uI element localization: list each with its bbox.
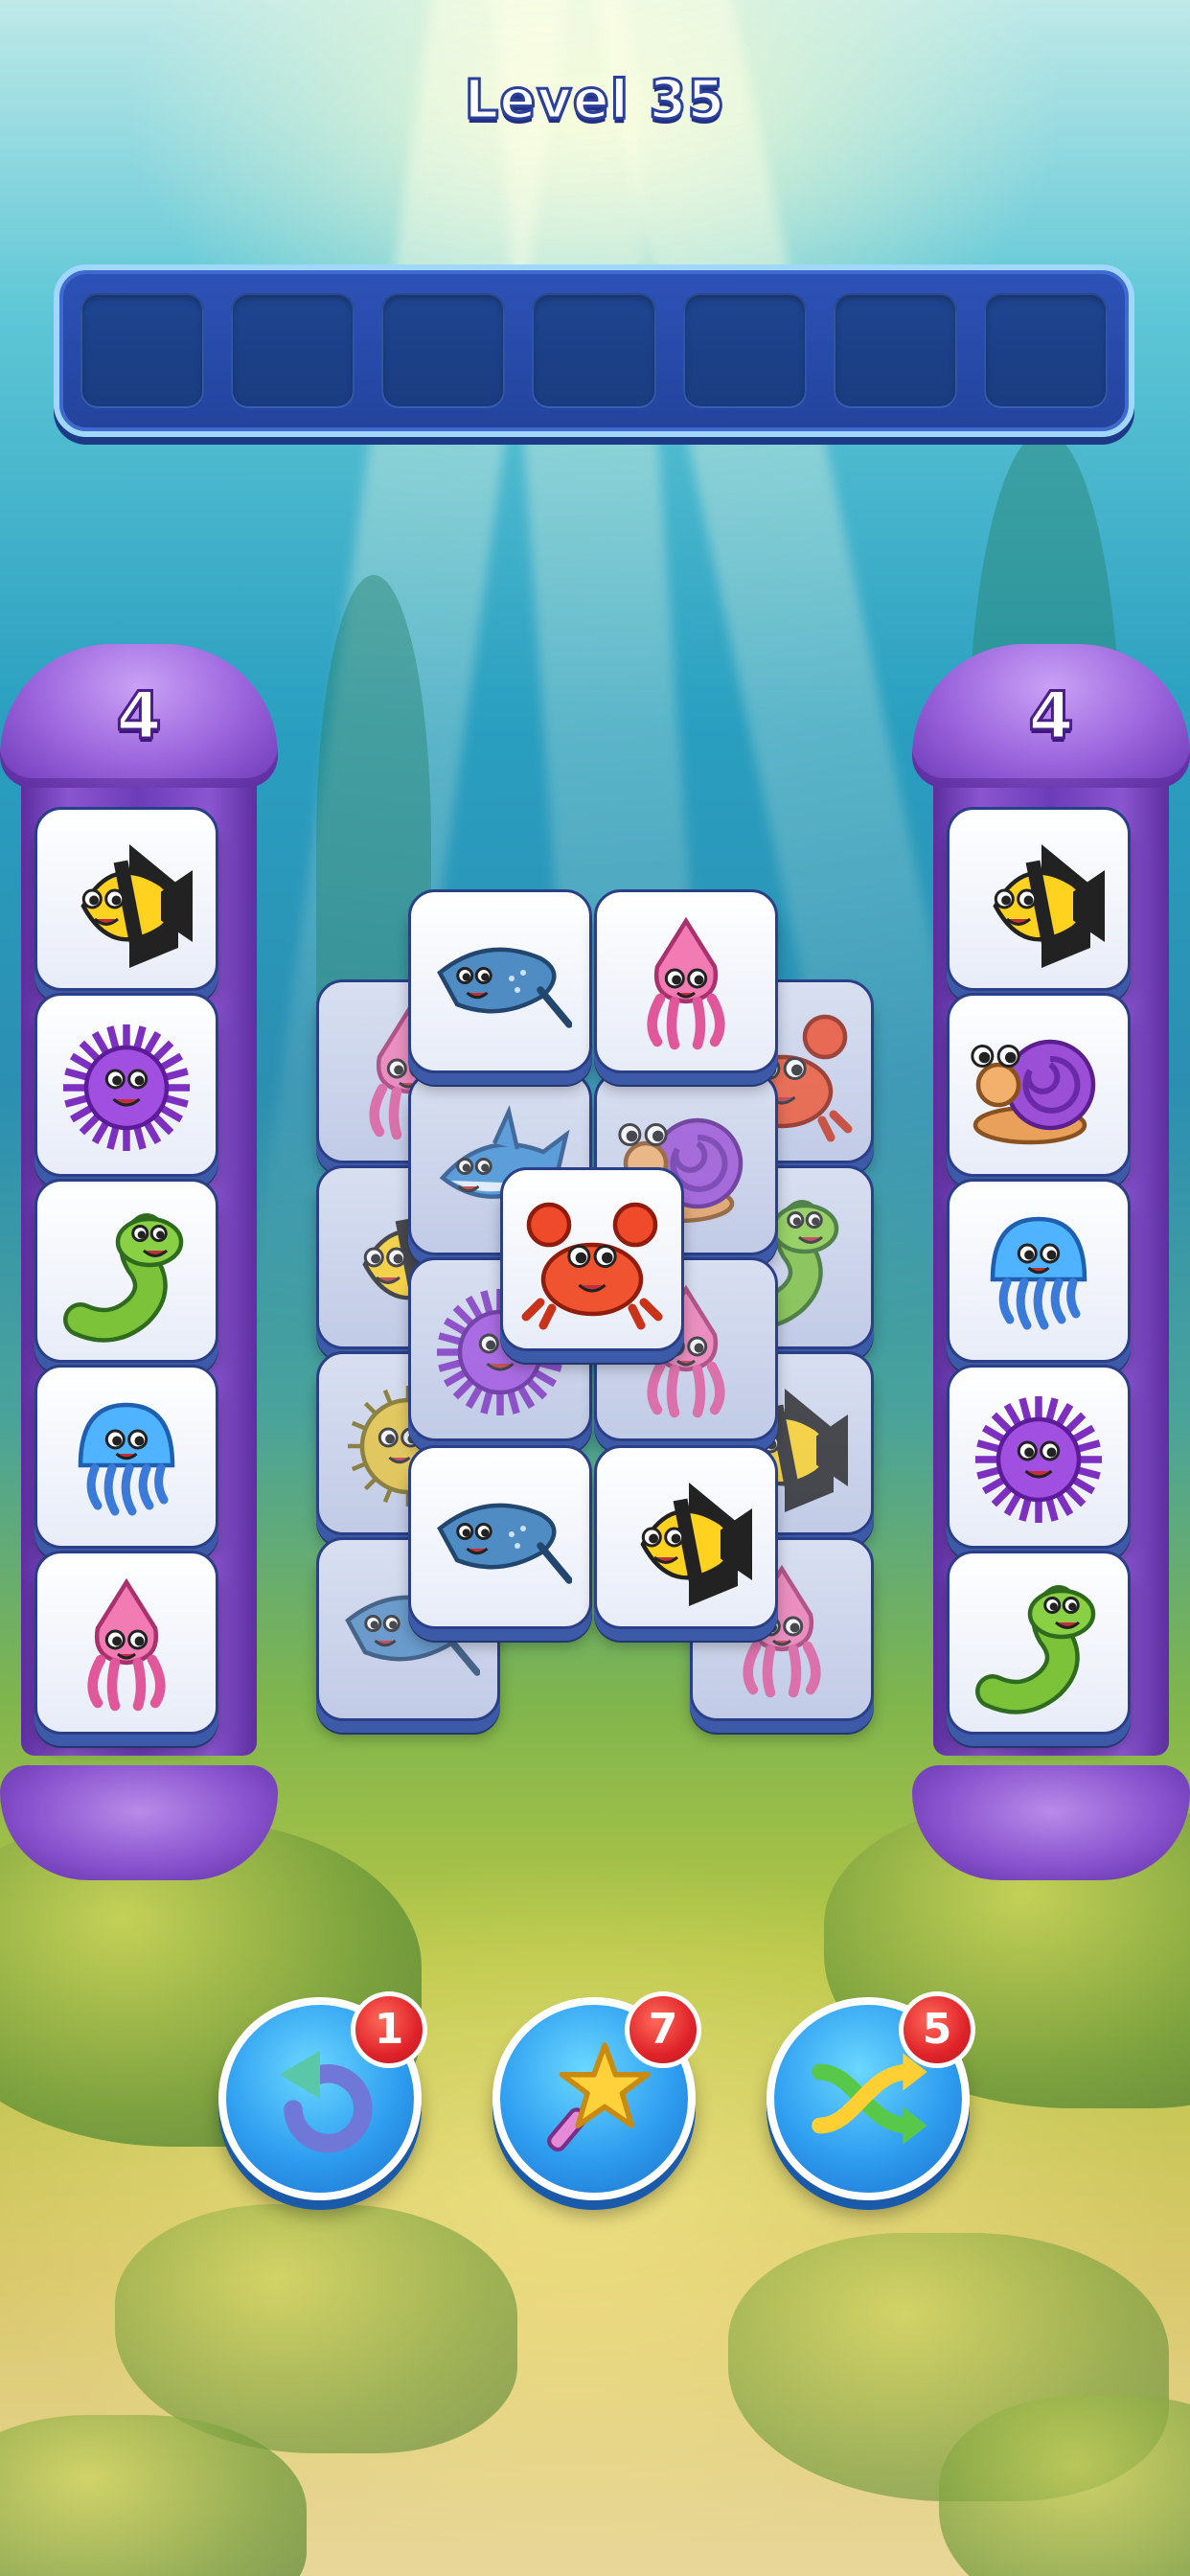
shuffle-button[interactable]: 5 [767, 1991, 975, 2200]
sea-urchin-icon [975, 1396, 1102, 1523]
squid-icon [87, 1577, 166, 1712]
stingray-tile[interactable] [408, 1445, 592, 1629]
stingray-icon [437, 947, 572, 1028]
undo-button[interactable]: 1 [218, 1991, 427, 2200]
magic-wand-count-badge: 7 [625, 1991, 701, 2068]
snail-icon [971, 1039, 1096, 1145]
tray-slot [532, 293, 656, 408]
angelfish-tile[interactable] [947, 807, 1131, 991]
snail-tile[interactable] [947, 993, 1131, 1177]
stingray-tile[interactable] [408, 889, 592, 1073]
stingray-icon [437, 1503, 572, 1584]
jellyfish-icon [78, 1402, 175, 1516]
game-scene: Level 35 4 4 1 7 5 [0, 0, 1190, 2576]
left-pillar-stack [34, 807, 220, 1735]
sea-urchin-tile[interactable] [34, 993, 218, 1177]
crab-tile[interactable] [500, 1167, 684, 1351]
tray-slot [381, 293, 506, 408]
right-pillar: 4 [912, 644, 1190, 1880]
shuffle-count-badge: 5 [899, 1991, 975, 2068]
undo-count-badge: 1 [351, 1991, 427, 2068]
eel-tile[interactable] [34, 1179, 218, 1363]
eel-tile[interactable] [947, 1551, 1131, 1735]
tray-slot [983, 293, 1108, 408]
crab-icon [521, 1202, 663, 1330]
angelfish-icon [80, 844, 193, 968]
sea-urchin-icon [63, 1024, 190, 1151]
left-pillar: 4 [0, 644, 278, 1880]
angelfish-tile[interactable] [34, 807, 218, 991]
sea-urchin-tile[interactable] [947, 1365, 1131, 1549]
tray-slot [80, 293, 205, 408]
jellyfish-tile[interactable] [34, 1365, 218, 1549]
squid-icon [647, 916, 725, 1050]
eel-icon [63, 1213, 184, 1343]
magic-wand-button[interactable]: 7 [492, 1991, 701, 2200]
eel-icon [975, 1585, 1096, 1714]
right-pillar-stack [947, 807, 1133, 1735]
right-pillar-count: 4 [1027, 678, 1075, 756]
tray-slot [833, 293, 957, 408]
tray-slot [231, 293, 355, 408]
angelfish-icon [640, 1483, 752, 1606]
tray-slot [682, 293, 807, 408]
squid-tile[interactable] [594, 889, 778, 1073]
angelfish-icon [993, 844, 1105, 968]
jellyfish-tile[interactable] [947, 1179, 1131, 1363]
level-title: Level 35 [463, 68, 726, 133]
slot-tray [54, 264, 1134, 437]
squid-tile[interactable] [34, 1551, 218, 1735]
left-pillar-count: 4 [115, 678, 163, 756]
jellyfish-icon [990, 1216, 1087, 1330]
angelfish-tile[interactable] [594, 1445, 778, 1629]
